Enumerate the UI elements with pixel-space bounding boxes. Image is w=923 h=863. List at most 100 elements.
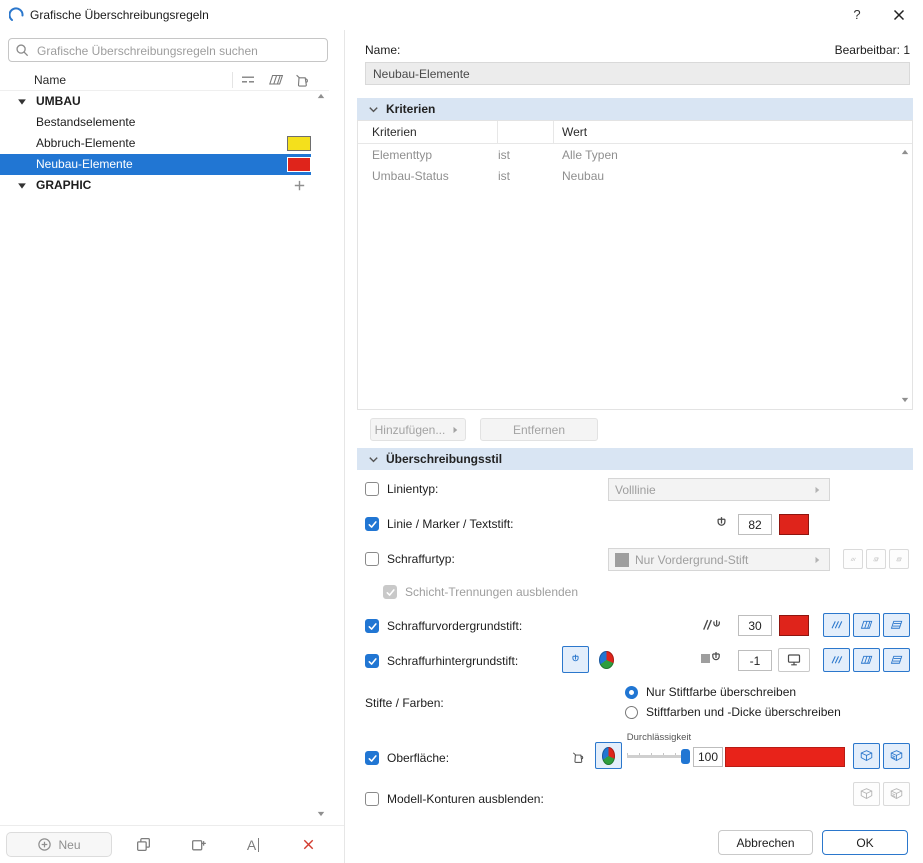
surface-color-preview[interactable] bbox=[725, 747, 845, 767]
bg-pen-mode-button[interactable] bbox=[562, 646, 589, 673]
tree-group-umbau[interactable]: UMBAU bbox=[0, 91, 311, 112]
editable-count: Bearbeitbar: 1 bbox=[834, 43, 910, 57]
tree-scrollbar[interactable] bbox=[314, 91, 328, 819]
tree-item-neubau-elemente-selected[interactable]: Neubau-Elemente bbox=[0, 154, 311, 175]
tree-header: Name bbox=[0, 70, 329, 91]
linetype-label: Linientyp: bbox=[387, 482, 439, 496]
tree-group-graphic[interactable]: GRAPHIC bbox=[0, 175, 311, 196]
drafting-fill-toggle-disabled[interactable] bbox=[843, 549, 863, 569]
value-column-header[interactable]: Wert bbox=[554, 125, 912, 139]
fill-background-pen-checkbox[interactable] bbox=[365, 654, 379, 668]
surface-section-toggle[interactable] bbox=[883, 743, 910, 769]
add-rule-plus-icon[interactable] bbox=[292, 178, 307, 193]
tree-group-label: GRAPHIC bbox=[36, 178, 92, 192]
table-scroll-up-icon[interactable] bbox=[900, 147, 910, 157]
bg-drafting-fill-toggle[interactable] bbox=[823, 648, 850, 672]
fg-pen-color-button[interactable] bbox=[779, 615, 809, 636]
bg-transparent-screen-button[interactable] bbox=[778, 648, 810, 672]
pen-icon bbox=[713, 515, 730, 532]
fill-column-icon[interactable] bbox=[268, 72, 284, 88]
skin-separators-checkbox-disabled[interactable] bbox=[383, 585, 397, 599]
help-button[interactable]: ? bbox=[837, 0, 877, 29]
surface-paint-button[interactable] bbox=[565, 744, 591, 770]
criteria-row[interactable]: Umbau-Status ist Neubau bbox=[358, 165, 912, 186]
criterion-value: Alle Typen bbox=[562, 147, 618, 162]
rename-rule-button[interactable]: A bbox=[232, 832, 274, 857]
bg-cut-fill-toggle[interactable] bbox=[853, 648, 880, 672]
surface-checkbox[interactable] bbox=[365, 751, 379, 765]
override-style-section-header[interactable]: Überschreibungsstil bbox=[357, 448, 913, 470]
chevron-right-icon bbox=[451, 425, 461, 435]
ok-button[interactable]: OK bbox=[822, 830, 908, 855]
surface-3d-toggle[interactable] bbox=[853, 743, 880, 769]
linetype-checkbox[interactable] bbox=[365, 482, 379, 496]
transparency-slider-handle[interactable] bbox=[681, 749, 690, 764]
pen-color-only-radio[interactable] bbox=[625, 686, 638, 699]
criteria-column-header[interactable]: Kriterien bbox=[358, 121, 498, 143]
fg-cut-fill-toggle[interactable] bbox=[853, 613, 880, 637]
new-rule-button[interactable]: Neu bbox=[6, 832, 112, 857]
surface-column-icon[interactable] bbox=[294, 72, 310, 88]
cut-fill-toggle-disabled[interactable] bbox=[866, 549, 886, 569]
outline-section-toggle-disabled[interactable] bbox=[883, 782, 910, 806]
override-style-section-title: Überschreibungsstil bbox=[386, 452, 503, 466]
pen-color-only-label: Nur Stiftfarbe überschreiben bbox=[646, 685, 797, 699]
criteria-table-header: Kriterien Wert bbox=[358, 121, 912, 144]
rename-icon: A bbox=[247, 837, 260, 852]
pen-color-weight-radio[interactable] bbox=[625, 706, 638, 719]
caret-down-icon[interactable] bbox=[16, 180, 28, 192]
fill-type-checkbox[interactable] bbox=[365, 552, 379, 566]
criterion-name: Elementtyp bbox=[372, 147, 433, 162]
line-pen-color-button[interactable] bbox=[779, 514, 809, 535]
bg-cover-fill-toggle[interactable] bbox=[883, 648, 910, 672]
fill-foreground-pen-label: Schraffurvordergrundstift: bbox=[387, 619, 523, 633]
hide-model-outlines-checkbox[interactable] bbox=[365, 792, 379, 806]
fill-preview-swatch bbox=[615, 552, 629, 567]
surface-material-color-button[interactable] bbox=[595, 742, 622, 769]
remove-criterion-button[interactable]: Entfernen bbox=[480, 418, 598, 441]
import-rule-button[interactable] bbox=[177, 832, 219, 857]
cover-fill-toggle-disabled[interactable] bbox=[889, 549, 909, 569]
criteria-row[interactable]: Elementtyp ist Alle Typen bbox=[358, 144, 912, 165]
section-collapse-icon[interactable] bbox=[367, 103, 380, 116]
transparency-value-input[interactable] bbox=[693, 747, 723, 767]
line-marker-pen-checkbox[interactable] bbox=[365, 517, 379, 531]
scroll-down-icon[interactable] bbox=[316, 809, 326, 819]
fg-pen-number-input[interactable] bbox=[738, 615, 772, 636]
search-input[interactable] bbox=[35, 41, 325, 61]
bg-material-color-button[interactable] bbox=[593, 646, 620, 673]
section-collapse-icon[interactable] bbox=[367, 453, 380, 466]
rule-name-input[interactable] bbox=[365, 62, 910, 85]
criterion-operator: ist bbox=[498, 147, 510, 162]
tree-item-bestandselemente[interactable]: Bestandselemente bbox=[0, 112, 311, 133]
fill-foreground-pen-checkbox[interactable] bbox=[365, 619, 379, 633]
criterion-name: Umbau-Status bbox=[372, 168, 449, 183]
outline-3d-toggle-disabled[interactable] bbox=[853, 782, 880, 806]
fg-drafting-fill-toggle[interactable] bbox=[823, 613, 850, 637]
fill-type-dropdown[interactable]: Nur Vordergrund-Stift bbox=[608, 548, 830, 571]
bg-pen-number-input[interactable] bbox=[738, 650, 772, 671]
duplicate-rule-button[interactable] bbox=[122, 832, 164, 857]
caret-down-icon[interactable] bbox=[16, 96, 28, 108]
transparency-slider-track[interactable] bbox=[627, 755, 689, 758]
tree-item-abbruch-elemente[interactable]: Abbruch-Elemente bbox=[0, 133, 311, 154]
skin-separators-label: Schicht-Trennungen ausblenden bbox=[405, 585, 579, 599]
criteria-section-header[interactable]: Kriterien bbox=[357, 98, 913, 120]
delete-rule-button[interactable] bbox=[287, 832, 329, 857]
line-pen-number-input[interactable] bbox=[738, 514, 772, 535]
table-scroll-down-icon[interactable] bbox=[900, 395, 910, 405]
add-criterion-label: Hinzufügen... bbox=[374, 422, 446, 437]
window-title: Grafische Überschreibungsregeln bbox=[30, 8, 209, 22]
linetype-column-icon[interactable] bbox=[240, 72, 256, 88]
operator-column-header[interactable] bbox=[498, 121, 554, 143]
fg-cover-fill-toggle[interactable] bbox=[883, 613, 910, 637]
rule-color-swatch-yellow bbox=[287, 136, 311, 151]
rules-toolbar: Neu A bbox=[0, 825, 344, 863]
linetype-dropdown[interactable]: Volllinie bbox=[608, 478, 830, 501]
pen-icon bbox=[708, 650, 724, 666]
cancel-button[interactable]: Abbrechen bbox=[718, 830, 813, 855]
add-criterion-button[interactable]: Hinzufügen... bbox=[370, 418, 466, 441]
close-button[interactable] bbox=[879, 0, 919, 29]
column-header-name[interactable]: Name bbox=[34, 73, 66, 87]
scroll-up-icon[interactable] bbox=[316, 91, 326, 101]
